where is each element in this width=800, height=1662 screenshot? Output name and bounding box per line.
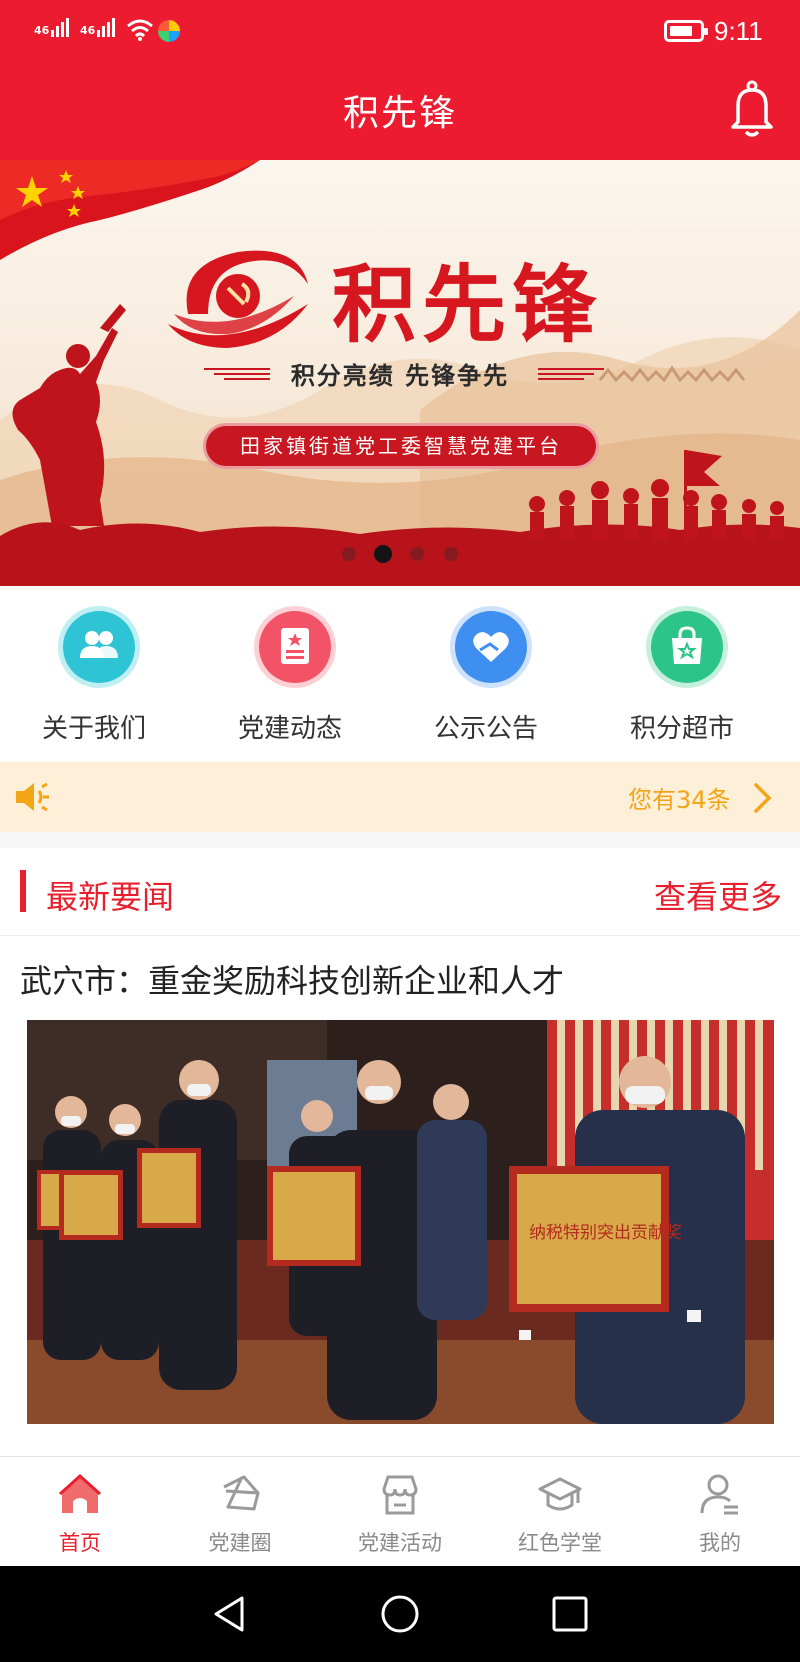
bottom-tab-bar: 首页 党建圈 党建活动 红色学堂 我的 [0, 1456, 800, 1566]
quick-entry-about-us[interactable]: 关于我们 [0, 586, 200, 762]
quick-entry-label: 关于我们 [41, 714, 146, 744]
heart-hand-icon [473, 632, 509, 662]
page-title: 积先锋 [342, 93, 457, 134]
tab-mine[interactable]: 我的 [640, 1457, 800, 1567]
tab-label: 我的 [699, 1531, 741, 1555]
store-icon [382, 1475, 418, 1515]
quick-entry-label: 积分超市 [629, 714, 734, 744]
award-ceremony-photo: 纳税特别突出贡献奖 [27, 1020, 774, 1424]
quick-entry-public-notice[interactable]: 公示公告 [392, 586, 592, 762]
news-section-header: 最新要闻 查看更多 [0, 848, 800, 936]
tab-label: 党建圈 [208, 1531, 272, 1555]
tab-label: 首页 [59, 1531, 101, 1555]
notice-text: 您有34条 [628, 786, 731, 814]
signal-label-2: 46 [80, 24, 96, 37]
wifi-icon [127, 19, 153, 41]
app-icon [158, 20, 180, 42]
notice-bar[interactable]: 您有34条 [0, 762, 800, 832]
section-divider [0, 832, 800, 848]
system-navigation-bar [0, 1566, 800, 1662]
tab-label: 红色学堂 [518, 1531, 602, 1555]
tab-party-circle[interactable]: 党建圈 [160, 1457, 320, 1567]
speaker-icon [16, 782, 49, 812]
status-bar: 46 46 9:11 [0, 0, 800, 62]
graduation-cap-icon [538, 1477, 582, 1511]
carousel-dot-active[interactable] [374, 545, 392, 563]
recents-icon[interactable] [550, 1594, 590, 1634]
section-title: 最新要闻 [46, 878, 175, 916]
back-icon[interactable] [210, 1594, 250, 1634]
quick-entry-points-mall[interactable]: 积分超市 [588, 586, 788, 762]
signal-icon: 46 [80, 18, 117, 37]
news-headline[interactable]: 武穴市：重金奖励科技创新企业和人才 [20, 956, 564, 1002]
quick-entry-label: 党建动态 [237, 714, 342, 744]
carousel-dot[interactable] [342, 547, 356, 561]
tab-label: 党建活动 [358, 1531, 442, 1555]
news-image[interactable]: 纳税特别突出贡献奖 [27, 1020, 774, 1424]
tab-home[interactable]: 首页 [0, 1457, 160, 1567]
silhouette-graphic [0, 304, 800, 586]
view-more-link[interactable]: 查看更多 [654, 872, 782, 918]
carousel-dot[interactable] [410, 547, 424, 561]
document-star-icon [281, 628, 309, 664]
status-time: 9:11 [714, 16, 763, 46]
tab-party-activities[interactable]: 党建活动 [320, 1457, 480, 1567]
app-header: 46 46 9:11 积先锋 [0, 0, 800, 160]
plaque-text: 纳税特别突出贡献奖 [529, 1223, 682, 1243]
signal-label-1: 46 [34, 24, 50, 37]
banner-carousel[interactable]: 积先锋 积分亮绩 先锋争先 田家镇街道党工委智慧党建平台 [0, 160, 800, 586]
shopping-bag-icon [672, 626, 702, 664]
battery-icon [664, 20, 708, 42]
signal-icon: 46 [34, 18, 71, 37]
carousel-dots [336, 544, 466, 564]
home-icon [58, 1473, 102, 1513]
bell-icon[interactable] [728, 80, 776, 140]
home-circle-icon[interactable] [380, 1594, 420, 1634]
quick-entry-party-news[interactable]: 党建动态 [196, 586, 396, 762]
carousel-dot[interactable] [444, 547, 458, 561]
quick-entry-grid: 关于我们 党建动态 公示公告 积分超市 [0, 586, 800, 762]
tab-red-school[interactable]: 红色学堂 [480, 1457, 640, 1567]
user-icon [700, 1474, 738, 1515]
chevron-right-icon[interactable] [752, 782, 774, 814]
users-icon [80, 631, 118, 658]
circle-share-icon [223, 1475, 260, 1511]
quick-entry-label: 公示公告 [433, 714, 538, 744]
section-accent-bar [20, 870, 26, 912]
